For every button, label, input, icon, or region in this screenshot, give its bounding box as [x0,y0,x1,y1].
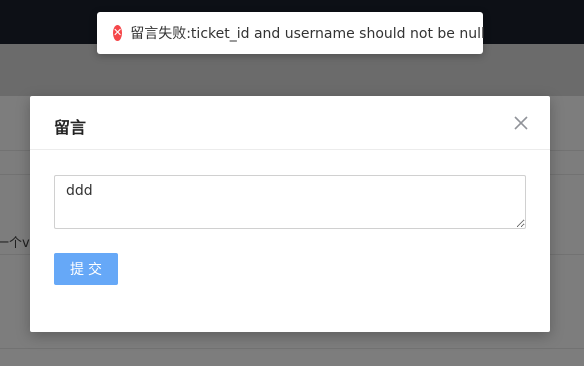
submit-button[interactable]: 提交 [54,253,118,285]
toast-message: 留言失败:ticket_id and username should not b… [130,26,485,42]
error-circle-icon: ✕ [113,25,123,41]
message-textarea[interactable]: ddd [54,175,526,229]
dialog-header: 留言 [30,96,550,150]
row-divider [0,348,584,349]
error-toast: ✕ 留言失败:ticket_id and username should not… [97,12,485,54]
close-icon[interactable] [512,114,530,132]
message-dialog: 留言 ddd 提交 [30,96,550,332]
background-row-text: 一个v [0,236,30,251]
dialog-title: 留言 [54,118,87,137]
